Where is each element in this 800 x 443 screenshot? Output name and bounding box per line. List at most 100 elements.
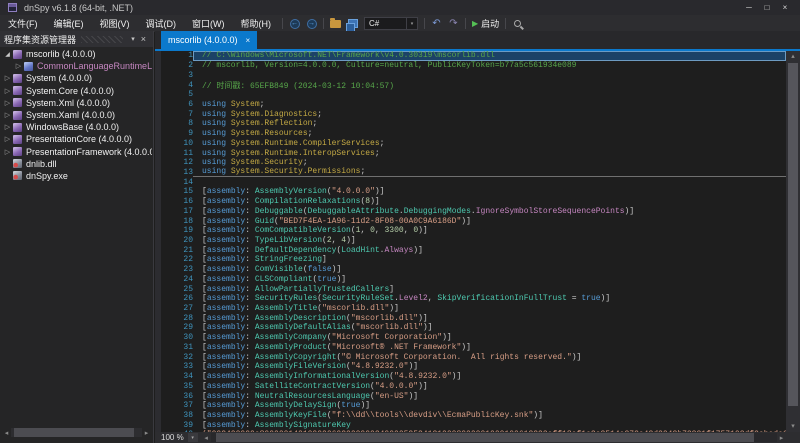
panel-drag-texture[interactable] [81, 36, 123, 43]
line-content: [assembly: ComCompatibleVersion(1, 0, 33… [193, 226, 786, 236]
editor-horizontal-scrollbar[interactable] [211, 433, 777, 442]
tree-item[interactable]: dnlib.dll [0, 158, 152, 170]
code-line: 11using System.Runtime.InteropServices; [155, 148, 786, 158]
line-content: [assembly: AllowPartiallyTrustedCallers] [193, 284, 786, 294]
separator [424, 18, 425, 29]
save-all-button[interactable] [344, 16, 361, 31]
tree-item[interactable]: ▷System.Core (4.0.0.0) [0, 85, 152, 97]
undo-icon: ↶ [432, 18, 440, 29]
undo-button[interactable]: ↶ [428, 16, 445, 31]
code-editor[interactable]: 1// C:\Windows\Microsoft.NET\Framework\v… [155, 51, 786, 432]
scroll-left-icon[interactable]: ◂ [202, 434, 211, 442]
sidebar-horizontal-scrollbar[interactable]: ◂ ▸ [2, 427, 151, 438]
tree-item[interactable]: ▷ PresentationCore (4.0.0.0) [0, 133, 152, 145]
code-line: 4// 时间戳: 65EFB849 (2024-03-12 10:04:57) [155, 80, 786, 90]
tree-item[interactable]: dnSpy.exe [0, 170, 152, 182]
line-content: [assembly: SecurityRules(SecurityRuleSet… [193, 294, 786, 304]
scroll-up-icon[interactable]: ▴ [786, 51, 800, 62]
chevron-down-icon[interactable]: ▾ [406, 18, 417, 29]
navigate-back-button[interactable]: ← [286, 16, 303, 31]
scroll-left-icon[interactable]: ◂ [2, 429, 11, 437]
tree-item[interactable]: ▷System (4.0.0.0) [0, 72, 152, 84]
line-number: 6 [161, 100, 193, 109]
line-number: 35 [161, 382, 193, 391]
tree-item-label: dnSpy.exe [26, 171, 68, 181]
expander-collapsed-icon[interactable]: ▷ [3, 87, 12, 95]
assembly-icon [13, 111, 22, 120]
expander-collapsed-icon[interactable]: ▷ [3, 111, 12, 119]
line-content: using System.Security; [193, 158, 786, 168]
start-debug-button[interactable]: ▶ 启动 [469, 16, 502, 31]
maximize-button[interactable]: □ [758, 1, 776, 14]
code-line: 2// mscorlib, Version=4.0.0.0, Culture=n… [155, 61, 786, 71]
scrollbar-track[interactable] [11, 428, 142, 437]
menu-item-5[interactable]: 帮助(H) [233, 15, 280, 32]
code-line: 20[assembly: TypeLibVersion(2, 4)] [155, 236, 786, 246]
assembly-icon [13, 86, 22, 95]
menu-item-0[interactable]: 文件(F) [0, 15, 46, 32]
scrollbar-thumb[interactable] [216, 433, 754, 442]
line-content: using System.Security.Permissions; [193, 168, 786, 178]
tree-item[interactable]: ▷System.Xml (4.0.0.0) [0, 97, 152, 109]
line-content: [assembly: AssemblyKeyFile("f:\\dd\\tool… [193, 411, 786, 421]
line-number: 28 [161, 314, 193, 323]
editor-vertical-scrollbar[interactable]: ▴ ▾ [786, 51, 800, 432]
tree-item[interactable]: ▷CommonLanguageRuntimeLibrary [0, 60, 152, 72]
expander-collapsed-icon[interactable]: ▷ [3, 99, 12, 107]
line-number: 32 [161, 353, 193, 362]
tree-item-label: System.Xaml (4.0.0.0) [26, 110, 115, 120]
code-line: 39[assembly: AssemblySignatureKey [155, 420, 786, 430]
tree-item[interactable]: ▷PresentationFramework (4.0.0.0) [0, 146, 152, 158]
expander-collapsed-icon[interactable]: ▷ [3, 123, 12, 131]
redo-button[interactable]: ↷ [445, 16, 462, 31]
scroll-down-icon[interactable]: ▾ [786, 421, 800, 432]
search-button[interactable] [509, 16, 526, 31]
panel-close-icon[interactable]: × [138, 34, 149, 44]
code-line: 37[assembly: AssemblyDelaySign(true)] [155, 401, 786, 411]
tree-item-label: PresentationCore (4.0.0.0) [26, 134, 132, 144]
code-line: 28[assembly: AssemblyDescription("mscorl… [155, 313, 786, 323]
minimize-button[interactable]: ─ [740, 1, 758, 14]
tree-item[interactable]: ◢mscorlib (4.0.0.0) [0, 48, 152, 60]
search-icon [514, 20, 521, 27]
line-content: // mscorlib, Version=4.0.0.0, Culture=ne… [193, 61, 786, 71]
line-number: 13 [161, 168, 193, 177]
tab-mscorlib[interactable]: mscorlib (4.0.0.0) × [161, 31, 257, 49]
menu-item-2[interactable]: 视图(V) [92, 15, 138, 32]
scroll-right-icon[interactable]: ▸ [142, 429, 151, 437]
open-file-button[interactable] [327, 16, 344, 31]
tab-close-icon[interactable]: × [246, 36, 251, 45]
line-number: 3 [161, 71, 193, 80]
line-number: 21 [161, 246, 193, 255]
menu-item-1[interactable]: 编辑(E) [46, 15, 92, 32]
menu-item-3[interactable]: 调试(D) [138, 15, 185, 32]
expander-collapsed-icon[interactable]: ▷ [14, 62, 23, 70]
panel-title: 程序集资源管理器 [4, 33, 76, 46]
scrollbar-thumb[interactable] [788, 63, 798, 406]
scroll-right-icon[interactable]: ▸ [777, 434, 786, 442]
tree-item[interactable]: ▷WindowsBase (4.0.0.0) [0, 121, 152, 133]
zoom-dropdown-icon[interactable]: ▾ [188, 433, 198, 442]
line-content: // C:\Windows\Microsoft.NET\Framework\v4… [193, 51, 786, 61]
scrollbar-thumb[interactable] [14, 428, 135, 437]
app-icon [8, 3, 17, 12]
expander-collapsed-icon[interactable]: ▷ [3, 148, 12, 156]
close-button[interactable]: × [776, 1, 794, 14]
tree-item[interactable]: ▷ System.Xaml (4.0.0.0) [0, 109, 152, 121]
scrollbar-corner [786, 432, 800, 443]
code-line: 12using System.Security; [155, 158, 786, 168]
zoom-level[interactable]: 100 % [155, 433, 188, 442]
line-content: [assembly: AssemblyInformationalVersion(… [193, 372, 786, 382]
code-line: 5 [155, 90, 786, 100]
language-selector[interactable]: C# ▾ [364, 17, 418, 30]
navigate-forward-button[interactable]: → [303, 16, 320, 31]
line-content [193, 177, 786, 187]
menu-item-4[interactable]: 窗口(W) [184, 15, 233, 32]
code-line: 7using System.Diagnostics; [155, 109, 786, 119]
expander-expanded-icon[interactable]: ◢ [3, 51, 12, 58]
code-line: 19[assembly: ComCompatibleVersion(1, 0, … [155, 226, 786, 236]
panel-menu-icon[interactable]: ▾ [128, 35, 138, 43]
expander-collapsed-icon[interactable]: ▷ [3, 74, 12, 82]
expander-collapsed-icon[interactable]: ▷ [3, 135, 12, 143]
assembly-icon [13, 147, 22, 156]
